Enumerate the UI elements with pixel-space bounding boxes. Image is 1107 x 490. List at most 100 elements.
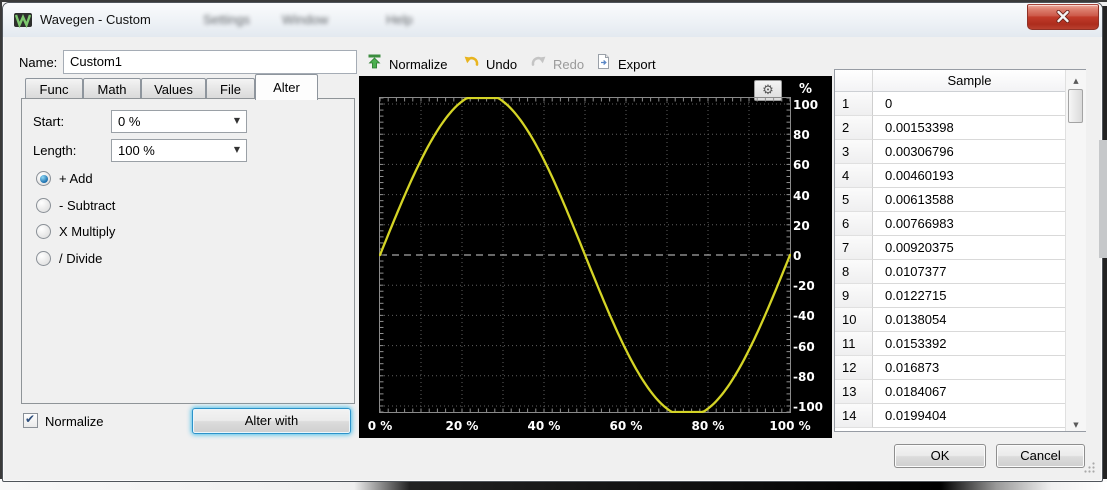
name-input[interactable]: Custom1 [63, 50, 357, 74]
sample-value-cell[interactable]: 0.0153392 [873, 332, 1066, 356]
radio-multiply-label: X Multiply [59, 224, 116, 239]
sample-value-cell[interactable]: 0.0138054 [873, 308, 1066, 332]
table-row[interactable]: 14 0.0199404 [835, 404, 1066, 428]
y-axis-tick-label: -60 [793, 339, 815, 354]
table-row[interactable]: 10 0.0138054 [835, 308, 1066, 332]
table-row[interactable]: 3 0.00306796 [835, 140, 1066, 164]
radio-multiply[interactable]: X Multiply [36, 224, 115, 239]
radio-dot-selected [36, 171, 51, 186]
y-axis-unit-label: % [799, 82, 813, 97]
y-axis-tick-label: 60 [793, 158, 810, 173]
sample-value-cell[interactable]: 0.00306796 [873, 140, 1066, 164]
table-scrollbar[interactable]: ▲ ▼ [1065, 70, 1086, 431]
table-row[interactable]: 10 [835, 92, 1066, 116]
table-row[interactable]: 6 0.00766983 [835, 212, 1066, 236]
table-row[interactable]: 2 0.00153398 [835, 116, 1066, 140]
row-index-cell[interactable]: 14 [835, 404, 873, 428]
scrollbar-thumb[interactable] [1068, 89, 1083, 123]
sample-value-cell[interactable]: 0.0107377 [873, 260, 1066, 284]
cancel-button[interactable]: Cancel [996, 444, 1085, 468]
background-menu-settings: Settings [203, 12, 250, 27]
length-combobox[interactable]: 100 % ▼ [111, 139, 247, 162]
waveform-chart: ⚙ % 100 80 60 40 20 0 -20 -40 -60 -80 -100 0 % 20 %… [359, 76, 832, 438]
table-row[interactable]: 4 0.00460193 [835, 164, 1066, 188]
y-axis-tick-label: -40 [793, 309, 815, 324]
sample-column-header[interactable]: Sample [873, 70, 1066, 92]
radio-divide[interactable]: / Divide [36, 251, 102, 266]
table-row[interactable]: 7 0.00920375 [835, 236, 1066, 260]
table-row[interactable]: 8 0.0107377 [835, 260, 1066, 284]
radio-add[interactable]: + Add [36, 171, 93, 186]
row-index-cell[interactable]: 3 [835, 140, 873, 164]
tab-math[interactable]: Math [83, 78, 141, 99]
table-row[interactable]: 9 0.0122715 [835, 284, 1066, 308]
row-index-cell[interactable]: 6 [835, 212, 873, 236]
title-bar[interactable]: Wavegen - Custom Settings Window Help [3, 3, 1102, 37]
scroll-up-button[interactable]: ▲ [1067, 70, 1085, 87]
radio-dot [36, 251, 51, 266]
scroll-down-button[interactable]: ▼ [1067, 414, 1085, 431]
dropdown-arrow-icon: ▼ [233, 116, 240, 125]
export-button[interactable]: Export [595, 54, 656, 74]
tab-values[interactable]: Values [141, 78, 206, 99]
normalize-toolbar-label: Normalize [389, 56, 448, 72]
tab-alter[interactable]: Alter [255, 74, 318, 100]
name-label: Name: [19, 55, 58, 70]
sample-value-cell[interactable]: 0.00766983 [873, 212, 1066, 236]
normalize-checkbox-label: Normalize [45, 414, 104, 429]
sample-value-cell[interactable]: 0.00153398 [873, 116, 1066, 140]
start-combobox-value: 0 % [118, 114, 141, 129]
row-index-cell[interactable]: 11 [835, 332, 873, 356]
row-index-cell[interactable]: 12 [835, 356, 873, 380]
table-row[interactable]: 12 0.016873 [835, 356, 1066, 380]
sample-value-cell[interactable]: 0.0199404 [873, 404, 1066, 428]
alter-with-button[interactable]: Alter with [192, 408, 351, 434]
sample-value-cell[interactable]: 0.00460193 [873, 164, 1066, 188]
table-corner-header[interactable] [835, 70, 873, 92]
undo-button[interactable]: Undo [463, 54, 517, 74]
redo-button[interactable]: Redo [530, 54, 584, 74]
normalize-toolbar-button[interactable]: Normalize [366, 54, 448, 74]
sample-value-cell[interactable]: 0.00920375 [873, 236, 1066, 260]
screen: Wavegen - Custom Settings Window Help Na… [0, 0, 1107, 490]
normalize-checkbox[interactable]: ✔ [23, 412, 38, 428]
table-row[interactable]: 13 0.0184067 [835, 380, 1066, 404]
radio-add-label: + Add [59, 171, 93, 186]
length-combobox-value: 100 % [118, 143, 155, 158]
x-axis-tick-label: 80 % [691, 419, 725, 433]
sample-table: Sample 1 0 2 0.00153398 3 0.00306796 4 0.004601… [834, 69, 1086, 432]
row-index-cell[interactable]: 7 [835, 236, 873, 260]
redo-label: Redo [553, 56, 585, 72]
sample-value-cell[interactable]: 0.00613588 [873, 188, 1066, 212]
export-label: Export [618, 56, 656, 72]
row-index-cell[interactable]: 13 [835, 380, 873, 404]
sample-value-cell[interactable]: 0.016873 [873, 356, 1066, 380]
row-index-cell[interactable]: 5 [835, 188, 873, 212]
name-input-value: Custom1 [70, 54, 123, 69]
x-axis-tick-label: 100 % [769, 419, 811, 433]
radio-subtract[interactable]: - Subtract [36, 198, 115, 213]
sample-value-cell[interactable]: 0.0122715 [873, 284, 1066, 308]
row-index-cell[interactable]: 8 [835, 260, 873, 284]
sample-value-cell[interactable]: 0 [873, 92, 1066, 116]
start-combobox[interactable]: 0 % ▼ [111, 110, 247, 133]
row-index-cell[interactable]: 1 [835, 92, 873, 116]
row-index-cell[interactable]: 4 [835, 164, 873, 188]
radio-dot [36, 198, 51, 213]
resize-grip[interactable] [1083, 461, 1096, 474]
y-axis-tick-label: 80 [793, 128, 810, 143]
row-index-cell[interactable]: 2 [835, 116, 873, 140]
table-row[interactable]: 5 0.00613588 [835, 188, 1066, 212]
dropdown-arrow-icon: ▼ [233, 145, 240, 154]
tab-func[interactable]: Func [25, 78, 83, 99]
table-row[interactable]: 11 0.0153392 [835, 332, 1066, 356]
undo-label: Undo [486, 56, 518, 72]
tab-file[interactable]: File [206, 78, 255, 99]
row-index-cell[interactable]: 10 [835, 308, 873, 332]
sample-value-cell[interactable]: 0.0184067 [873, 380, 1066, 404]
row-index-cell[interactable]: 9 [835, 284, 873, 308]
y-axis-tick-label: -80 [793, 369, 815, 384]
x-axis-tick-label: 0 % [367, 419, 393, 433]
ok-button[interactable]: OK [894, 444, 986, 468]
close-button[interactable] [1027, 4, 1099, 30]
